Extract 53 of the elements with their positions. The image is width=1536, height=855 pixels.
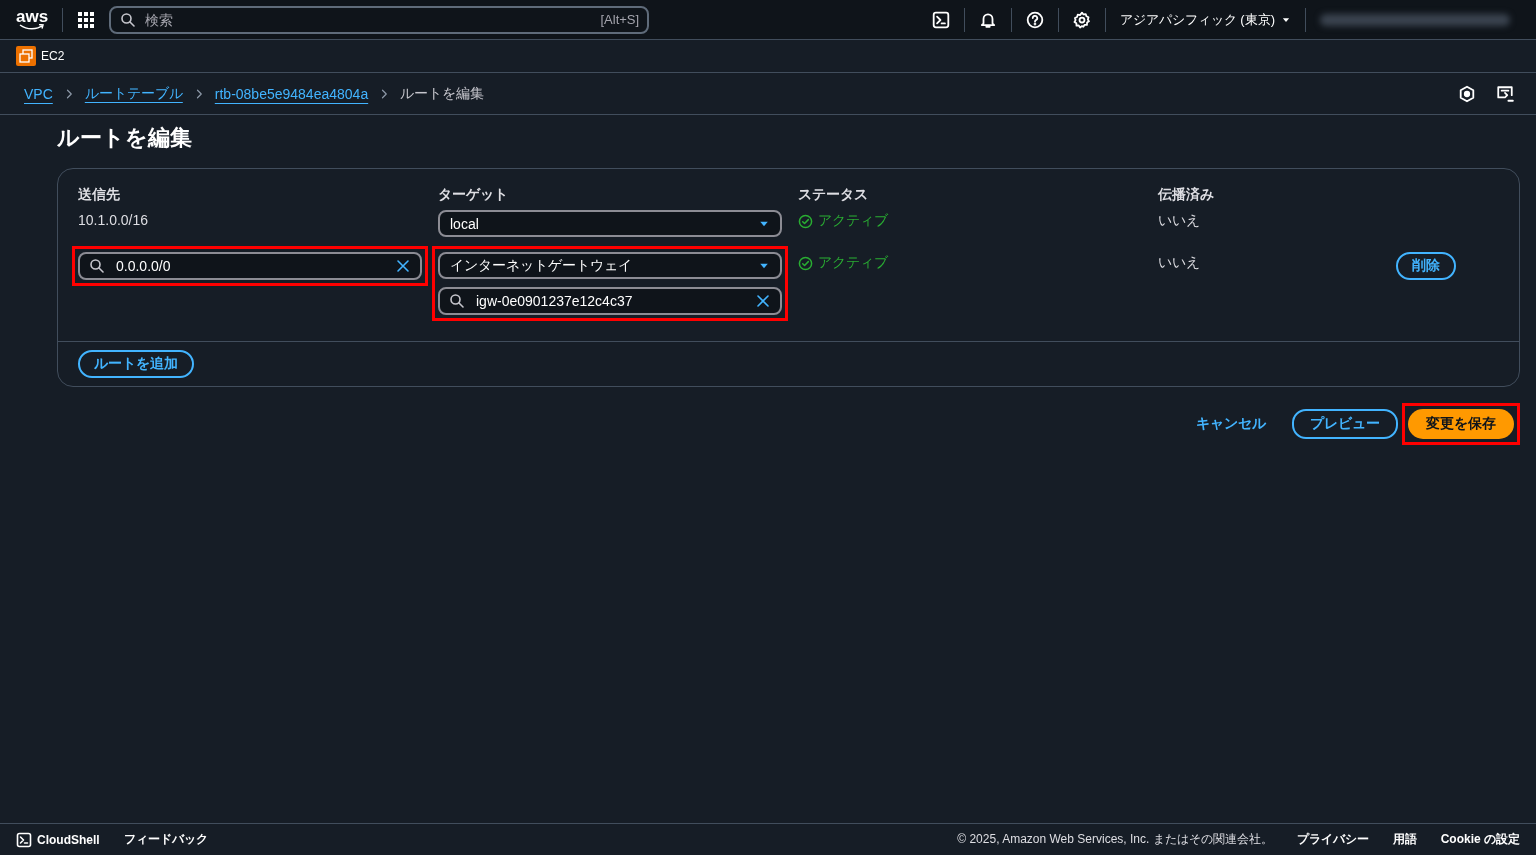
footer-link[interactable]: 用語 bbox=[1392, 831, 1417, 848]
search-field[interactable]: igw-0e0901237e12c4c37 bbox=[438, 287, 782, 315]
hexagon-icon bbox=[1458, 84, 1476, 103]
copyright-text: © 2025, Amazon Web Services, Inc. またはその関連会社。 bbox=[957, 831, 1273, 848]
help-icon bbox=[1025, 10, 1044, 29]
page-title: ルートを編集 bbox=[57, 124, 193, 152]
search-field[interactable]: 0.0.0.0/0 bbox=[78, 252, 422, 280]
column-header: 送信先 bbox=[78, 186, 121, 204]
clear-icon bbox=[755, 293, 771, 309]
footer-link[interactable]: フィードバック bbox=[123, 831, 208, 848]
remove-button[interactable]: 削除 bbox=[1396, 252, 1456, 280]
service-icon bbox=[16, 46, 36, 66]
search-icon bbox=[120, 11, 137, 28]
check-circle-icon bbox=[798, 213, 813, 229]
breadcrumb-link[interactable]: VPC bbox=[24, 85, 53, 102]
breadcrumb-link[interactable]: rtb-08be5e9484ea4804a bbox=[214, 85, 369, 102]
check-circle-icon bbox=[798, 255, 813, 271]
search-icon bbox=[89, 258, 105, 274]
settings-button[interactable] bbox=[1072, 10, 1091, 29]
breadcrumb-link[interactable]: ルートテーブル bbox=[84, 84, 183, 103]
shortcut-hint: [Alt+S] bbox=[600, 11, 640, 27]
settings-icon bbox=[1072, 10, 1091, 29]
column-header: ターゲット bbox=[438, 186, 509, 204]
column-header: 伝播済み bbox=[1158, 186, 1215, 204]
dropdown[interactable]: local bbox=[438, 210, 782, 237]
service-link[interactable]: EC2 bbox=[16, 46, 65, 66]
column-header: ステータス bbox=[798, 186, 869, 204]
footer-link[interactable]: Cookie の設定 bbox=[1440, 831, 1520, 848]
terminal-button[interactable] bbox=[931, 10, 950, 29]
table-cell-text: 10.1.0.0/16 bbox=[78, 211, 150, 228]
terminal-icon bbox=[931, 10, 950, 29]
monitor-icon bbox=[1496, 84, 1514, 103]
footer-link[interactable]: プライバシー bbox=[1296, 831, 1369, 848]
cloudshell-link[interactable]: CloudShell bbox=[16, 831, 100, 848]
add-route-button[interactable]: ルートを追加 bbox=[78, 350, 194, 378]
clear-icon bbox=[395, 258, 411, 274]
preview-button[interactable]: プレビュー bbox=[1292, 409, 1398, 439]
search-icon bbox=[449, 293, 465, 309]
region-selector[interactable]: アジアパシフィック (東京) bbox=[1119, 10, 1291, 29]
help-button[interactable] bbox=[1025, 10, 1044, 29]
status-indicator: アクティブ bbox=[798, 252, 1142, 272]
aws-logo[interactable]: aws bbox=[16, 9, 49, 30]
panel-button[interactable] bbox=[1496, 84, 1514, 103]
status-indicator: アクティブ bbox=[798, 210, 1142, 230]
app-grid-icon[interactable] bbox=[77, 10, 96, 29]
terminal-icon bbox=[16, 831, 32, 848]
table-cell-text: いいえ bbox=[1158, 253, 1201, 272]
breadcrumb-current: ルートを編集 bbox=[400, 84, 485, 103]
dropdown[interactable]: インターネットゲートウェイ bbox=[438, 252, 782, 279]
save-button[interactable]: 変更を保存 bbox=[1408, 409, 1514, 439]
panel-button[interactable] bbox=[1458, 84, 1476, 103]
table-cell-text: いいえ bbox=[1158, 211, 1201, 230]
cancel-button[interactable]: キャンセル bbox=[1190, 415, 1272, 433]
